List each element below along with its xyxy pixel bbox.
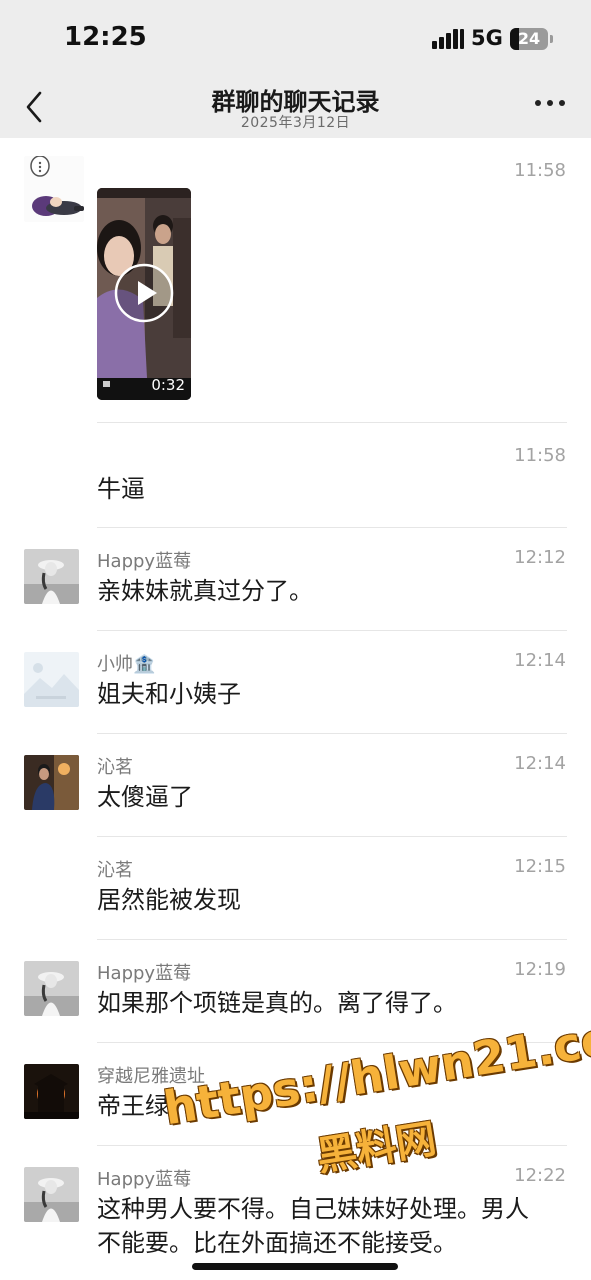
home-indicator[interactable] — [192, 1263, 398, 1270]
list-item: 沁茗 12:14 太傻逼了 — [0, 746, 591, 836]
battery-icon: 24 — [510, 28, 548, 50]
video-duration: 0:32 — [151, 376, 185, 394]
avatar-image — [24, 961, 79, 1016]
message-time: 12:14 — [514, 650, 566, 671]
avatar-image — [24, 1064, 79, 1119]
divider — [97, 733, 567, 734]
sender-name: 沁茗 — [97, 757, 133, 778]
video-message[interactable]: 0:32 — [97, 188, 191, 400]
message-text: 牛逼 — [97, 475, 145, 503]
message-text: 姐夫和小姨子 — [97, 680, 241, 708]
message-time: 11:58 — [514, 445, 566, 466]
sender-name: Happy蓝莓 — [97, 963, 192, 984]
signal-icon — [432, 29, 464, 49]
chat-history-screen: 12:25 5G 24 群聊的聊天记录 2025年3月12日 11:58 0:3… — [0, 0, 591, 1280]
divider — [97, 630, 567, 631]
message-text: 如果那个项链是真的。离了得了。 — [97, 989, 457, 1017]
message-text: 亲妹妹就真过分了。 — [97, 577, 313, 605]
message-time: 12:22 — [514, 1165, 566, 1186]
divider — [97, 422, 567, 423]
message-time: 12:15 — [514, 856, 566, 877]
list-item: Happy蓝莓 12:12 亲妹妹就真过分了。 — [0, 540, 591, 630]
play-icon[interactable] — [113, 262, 175, 324]
avatar-image — [24, 755, 79, 810]
more-icon[interactable] — [534, 100, 566, 110]
battery-cap — [550, 35, 553, 43]
divider — [97, 527, 567, 528]
sender-name: Happy蓝莓 — [97, 1169, 192, 1190]
avatar[interactable] — [24, 755, 79, 810]
message-time: 12:14 — [514, 753, 566, 774]
avatar[interactable] — [24, 1064, 79, 1119]
sender-name: Happy蓝莓 — [97, 551, 192, 572]
avatar[interactable] — [24, 961, 79, 1016]
message-text: 太傻逼了 — [97, 783, 193, 811]
avatar[interactable] — [24, 156, 84, 222]
message-text: 居然能被发现 — [97, 886, 241, 914]
message-text: 这种男人要不得。自己妹妹好处理。男人不能要。比在外面搞还不能接受。 — [97, 1195, 529, 1257]
page-subtitle-date: 2025年3月12日 — [240, 115, 351, 131]
list-item: 11:58 牛逼 — [0, 436, 591, 528]
network-label: 5G — [471, 26, 503, 50]
list-item: 小帅🏦 12:14 姐夫和小姨子 — [0, 643, 591, 733]
divider — [97, 836, 567, 837]
avatar-image — [24, 652, 79, 707]
sender-name: 小帅🏦 — [97, 654, 156, 675]
message-time: 12:12 — [514, 547, 566, 568]
sender-name: 沁茗 — [97, 860, 133, 881]
message-time: 11:58 — [514, 160, 566, 181]
video-camera-icon — [103, 381, 110, 387]
status-bar: 12:25 5G 24 — [0, 0, 591, 80]
avatar-image — [24, 1167, 79, 1222]
list-item: 沁茗 12:15 居然能被发现 — [0, 849, 591, 939]
divider — [97, 939, 567, 940]
battery-level: 24 — [517, 29, 541, 48]
avatar[interactable] — [24, 549, 79, 604]
status-time: 12:25 — [64, 22, 147, 52]
avatar-image — [24, 156, 84, 222]
nav-bar: 群聊的聊天记录 2025年3月12日 — [0, 80, 591, 138]
message-time: 12:19 — [514, 959, 566, 980]
avatar[interactable] — [24, 1167, 79, 1222]
avatar-image — [24, 549, 79, 604]
avatar[interactable] — [24, 652, 79, 707]
list-item: 11:58 — [0, 150, 591, 420]
list-item: Happy蓝莓 12:22 这种男人要不得。自己妹妹好处理。男人不能要。比在外面… — [0, 1158, 591, 1280]
